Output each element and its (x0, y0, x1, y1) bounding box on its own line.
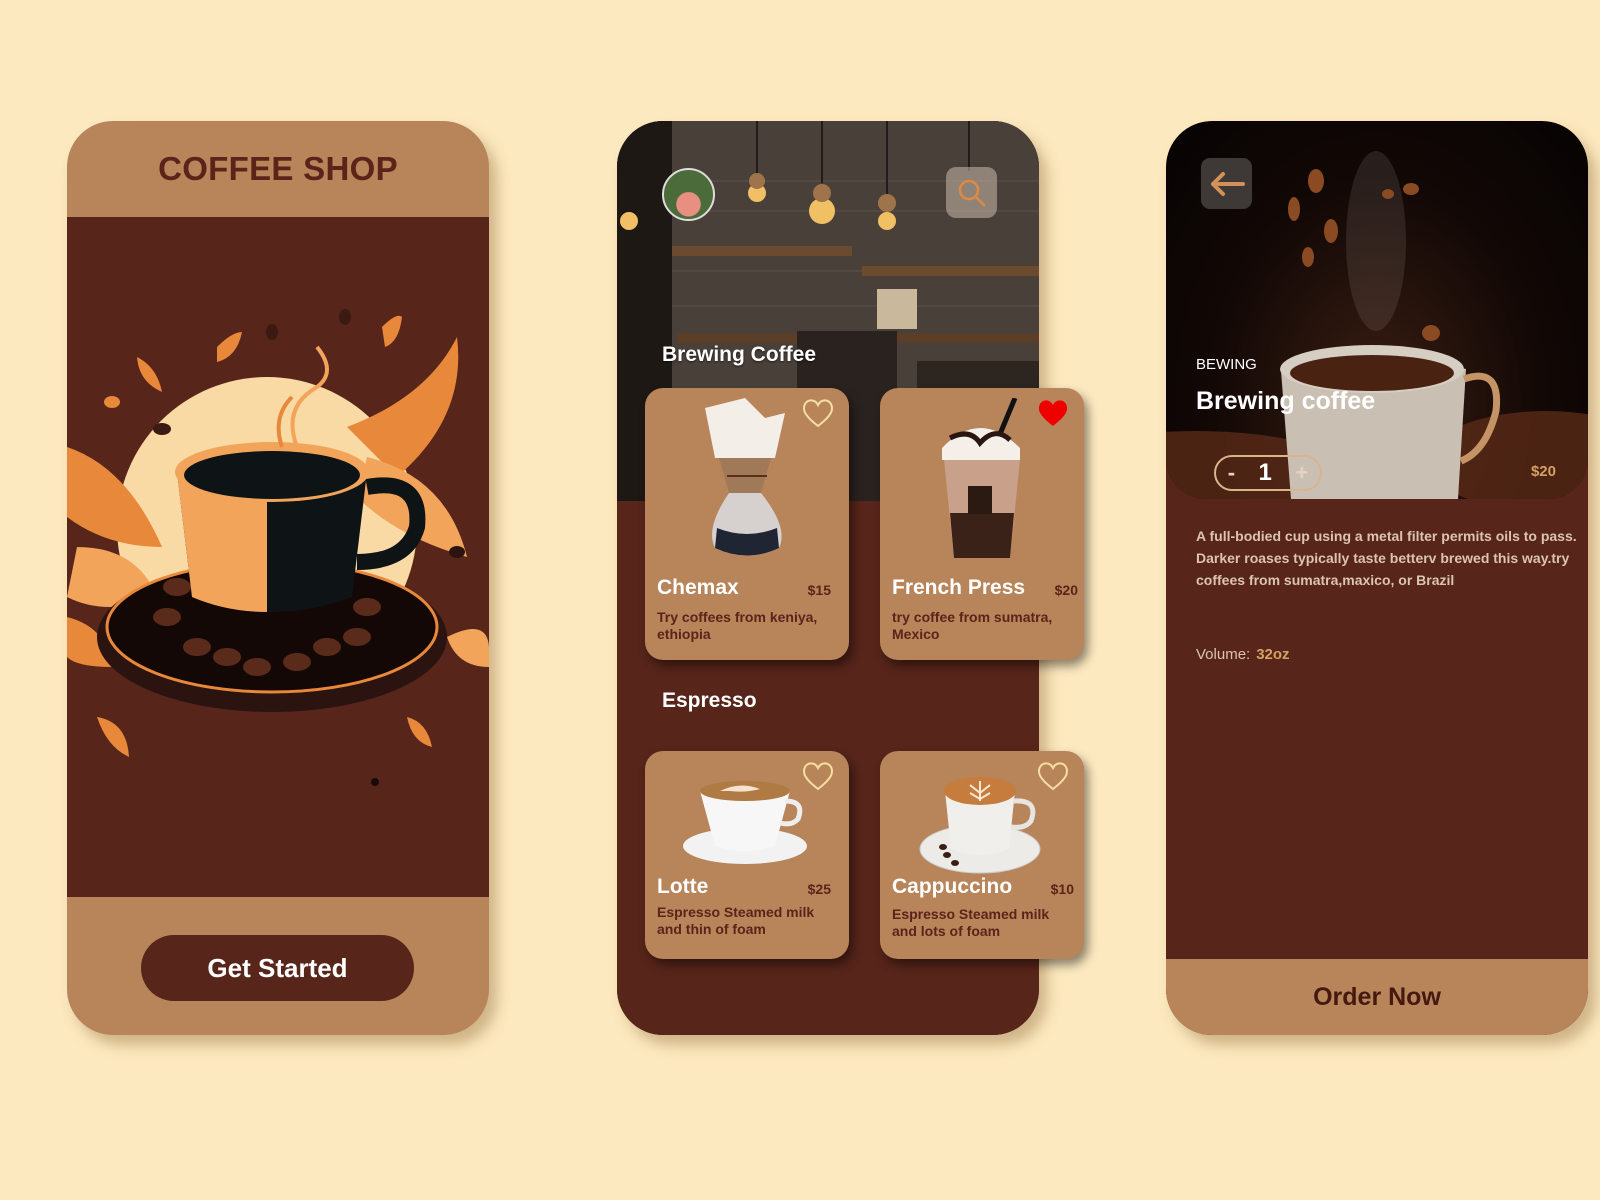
product-description: Espresso Steamed milk and lots of foam (892, 906, 1050, 939)
app-title: COFFEE SHOP (158, 150, 398, 187)
arrow-left-icon (1210, 171, 1245, 196)
user-avatar[interactable] (662, 168, 715, 221)
welcome-footer: Get Started (67, 897, 489, 1035)
latte-cup-image (683, 781, 807, 864)
quantity-stepper: - 1 + (1214, 455, 1322, 491)
product-price: $20 (1054, 582, 1078, 598)
order-now-button[interactable]: Order Now (1313, 983, 1441, 1012)
volume-info: Volume: 32oz (1196, 646, 1290, 663)
product-category: BEWING (1196, 356, 1257, 373)
product-name: Lotte (657, 875, 709, 898)
coffee-hero-image (1166, 121, 1588, 499)
welcome-header: COFFEE SHOP (67, 121, 489, 217)
product-description: Try coffees from keniya, ethiopia (657, 609, 818, 642)
product-card-lotte[interactable]: Lotte $25 Espresso Steamed milk and thin… (645, 751, 849, 959)
coffee-cup-illustration (67, 217, 489, 897)
order-footer: Order Now (1166, 959, 1588, 1035)
product-description: try coffee from sumatra, Mexico (892, 609, 1053, 642)
product-card-cappuccino[interactable]: Cappuccino $10 Espresso Steamed milk and… (880, 751, 1084, 959)
iced-mocha-cup-image (942, 398, 1020, 558)
search-icon (958, 179, 985, 206)
get-started-button[interactable]: Get Started (141, 935, 414, 1001)
favorite-heart-icon[interactable] (801, 398, 835, 428)
volume-label: Volume: (1196, 646, 1251, 663)
search-button[interactable] (946, 167, 997, 218)
chemex-brewer-image (705, 398, 785, 556)
product-card-french-press[interactable]: French Press $20 try coffee from sumatra… (880, 388, 1084, 660)
product-name: French Press (892, 576, 1026, 599)
product-price: $25 (807, 881, 831, 897)
product-description: A full-bodied cup using a metal filter p… (1196, 528, 1577, 588)
product-price: $20 (1530, 463, 1556, 480)
cappuccino-cup-image (919, 777, 1041, 874)
favorite-heart-filled-icon[interactable] (1036, 398, 1070, 428)
product-price: $15 (807, 582, 831, 598)
detail-screen: BEWING Brewing coffee - 1 + $20 A full-b… (1166, 121, 1588, 1035)
product-description: Espresso Steamed milk and thin of foam (657, 904, 815, 937)
espresso-section-title: Espresso (662, 689, 757, 712)
product-title: Brewing coffee (1196, 387, 1376, 415)
product-price: $10 (1050, 881, 1074, 897)
favorite-heart-icon[interactable] (801, 761, 835, 791)
product-name: Cappuccino (892, 875, 1013, 898)
increase-quantity-button[interactable]: + (1295, 460, 1308, 486)
volume-value: 32oz (1256, 646, 1290, 663)
coffee-illustration-icon (67, 309, 489, 786)
hero-title: Brewing Coffee (662, 343, 817, 366)
back-button[interactable] (1201, 158, 1252, 209)
product-card-chemax[interactable]: Chemax $15 Try coffees from keniya, ethi… (645, 388, 849, 660)
welcome-screen: COFFEE SHOP Get Started (67, 121, 489, 1035)
quantity-value: 1 (1258, 459, 1272, 486)
product-name: Chemax (657, 576, 739, 599)
favorite-heart-icon[interactable] (1036, 761, 1070, 791)
decrease-quantity-button[interactable]: - (1228, 460, 1235, 486)
